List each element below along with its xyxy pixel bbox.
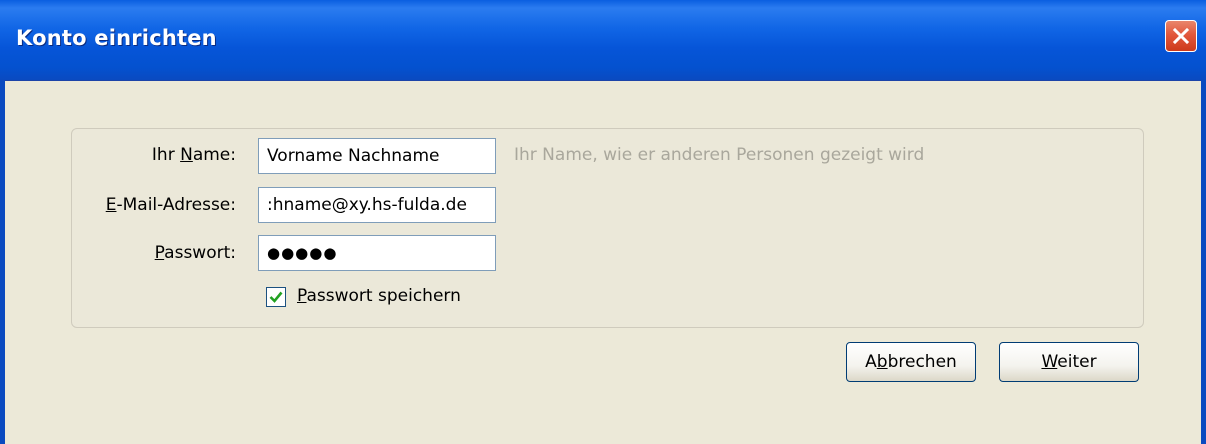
title-bar[interactable]: Konto einrichten — [0, 0, 1206, 81]
window-frame-right — [1201, 80, 1206, 444]
password-input-value: ●●●●● — [267, 244, 338, 262]
name-label: Ihr Name: — [151, 145, 236, 165]
checkmark-icon — [269, 291, 283, 303]
password-label: Passwort: — [154, 243, 236, 263]
remember-password-checkbox[interactable] — [266, 287, 286, 307]
window-title: Konto einrichten — [16, 26, 217, 50]
email-label: E-Mail-Adresse: — [105, 195, 236, 215]
cancel-button[interactable]: Abbrechen — [846, 342, 976, 382]
email-input[interactable]: :hname@xy.hs-fulda.de — [258, 187, 496, 223]
name-hint: Ihr Name, wie er anderen Personen gezeig… — [514, 145, 925, 165]
account-setup-dialog: Konto einrichten Ihr Name: Vorname Nachn… — [0, 0, 1206, 444]
name-input-value: Vorname Nachname — [267, 146, 440, 166]
next-button[interactable]: Weiter — [999, 342, 1139, 382]
email-input-value: :hname@xy.hs-fulda.de — [267, 195, 467, 215]
password-input[interactable]: ●●●●● — [258, 235, 496, 271]
next-button-label: Weiter — [1041, 352, 1097, 372]
name-input[interactable]: Vorname Nachname — [258, 138, 496, 174]
remember-password-label[interactable]: Passwort speichern — [297, 286, 461, 306]
cancel-button-label: Abbrechen — [865, 352, 957, 372]
close-button[interactable] — [1165, 20, 1197, 52]
close-icon — [1172, 27, 1190, 45]
